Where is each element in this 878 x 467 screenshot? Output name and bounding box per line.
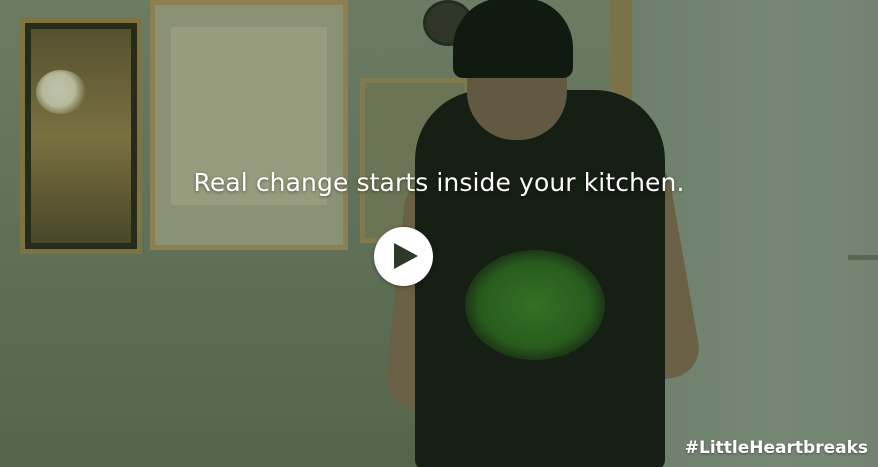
play-icon [394, 243, 418, 269]
play-button[interactable] [374, 227, 433, 286]
video-dim-overlay [0, 0, 878, 467]
video-player[interactable]: Real change starts inside your kitchen. … [0, 0, 878, 467]
hashtag-label: #LittleHeartbreaks [684, 438, 868, 458]
video-caption: Real change starts inside your kitchen. [193, 168, 685, 197]
